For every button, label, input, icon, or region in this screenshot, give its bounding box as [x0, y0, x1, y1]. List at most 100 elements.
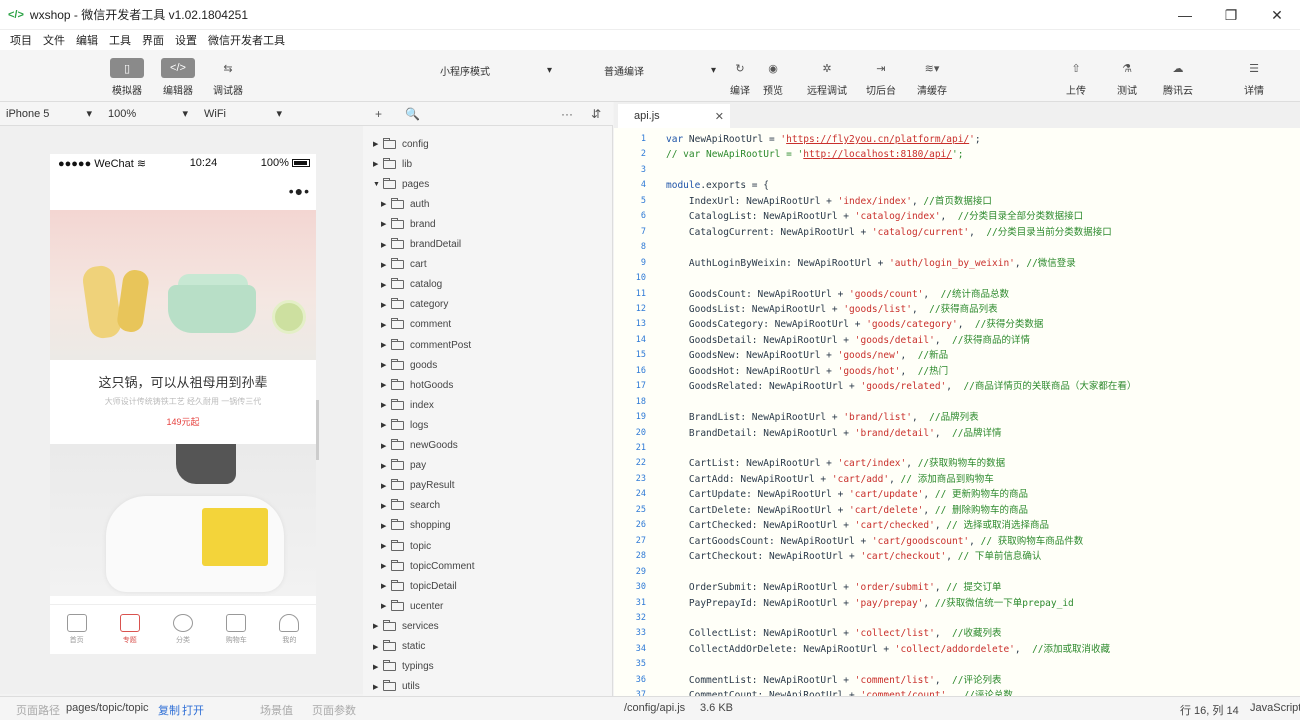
add-file-icon[interactable]: +: [375, 107, 382, 121]
code-line[interactable]: 37 CommentCount: NewApiRootUrl + 'commen…: [614, 688, 1300, 696]
code-line[interactable]: 4 module.exports = {: [614, 178, 1300, 193]
chevron-right-icon[interactable]: ▶: [381, 482, 391, 490]
chevron-right-icon[interactable]: ▶: [381, 502, 391, 510]
menu-file[interactable]: 文件: [43, 32, 65, 48]
code-line[interactable]: 25 CartDelete: NewApiRootUrl + 'cart/del…: [614, 503, 1300, 518]
tree-folder[interactable]: ▶ goods: [381, 355, 437, 375]
code-line[interactable]: 34 CollectAddOrDelete: NewApiRootUrl + '…: [614, 642, 1300, 657]
test-button[interactable]: ⚗ 测试: [1099, 58, 1155, 98]
tree-folder[interactable]: ▶ search: [381, 496, 440, 516]
code-line[interactable]: 31 PayPrepayId: NewApiRootUrl + 'pay/pre…: [614, 596, 1300, 611]
tree-folder[interactable]: ▶ newGoods: [381, 436, 458, 456]
tree-folder[interactable]: ▶ logs: [381, 415, 428, 435]
topic-banner-image[interactable]: [50, 444, 316, 596]
menu-view[interactable]: 界面: [142, 32, 164, 48]
code-line[interactable]: 2 // var NewApiRootUrl = 'http://localhos…: [614, 147, 1300, 162]
chevron-right-icon[interactable]: ▶: [373, 622, 383, 630]
tab-topic[interactable]: 专题: [103, 605, 156, 654]
chevron-right-icon[interactable]: ▶: [373, 643, 383, 651]
topic-card[interactable]: 这只锅，可以从祖母用到孙辈 大师设计传统铸铁工艺 经久耐用 一锅传三代 149元…: [50, 360, 316, 444]
code-line[interactable]: 35: [614, 657, 1300, 672]
chevron-right-icon[interactable]: ▶: [381, 462, 391, 470]
tree-folder[interactable]: ▶ topicComment: [381, 556, 474, 576]
preview-button[interactable]: ◉ 预览: [745, 58, 801, 98]
tree-folder[interactable]: ▶ topic: [381, 536, 431, 556]
code-line[interactable]: 19 BrandList: NewApiRootUrl + 'brand/lis…: [614, 410, 1300, 425]
tree-folder[interactable]: ▼ pages: [373, 174, 429, 194]
remote-debug-button[interactable]: ✲ 远程调试: [799, 58, 855, 98]
tree-folder[interactable]: ▶ pay: [381, 456, 426, 476]
tree-folder[interactable]: ▶ shopping: [381, 516, 451, 536]
chevron-right-icon[interactable]: ▶: [381, 522, 391, 530]
code-line[interactable]: 18: [614, 395, 1300, 410]
code-line[interactable]: 15 GoodsNew: NewApiRootUrl + 'goods/new'…: [614, 348, 1300, 363]
chevron-right-icon[interactable]: ▶: [381, 582, 391, 590]
tree-folder[interactable]: ▶ catalog: [381, 275, 442, 295]
details-button[interactable]: ☰ 详情: [1226, 58, 1282, 98]
simulator-scrollbar[interactable]: [316, 400, 319, 460]
code-line[interactable]: 26 CartChecked: NewApiRootUrl + 'cart/ch…: [614, 518, 1300, 533]
simulator-button[interactable]: ▯ 模拟器: [99, 58, 155, 97]
compile-mode-select[interactable]: 普通编译 ▾: [600, 61, 720, 79]
chevron-right-icon[interactable]: ▶: [381, 281, 391, 289]
code-line[interactable]: 21: [614, 441, 1300, 456]
code-line[interactable]: 9 AuthLoginByWeixin: NewApiRootUrl + 'au…: [614, 256, 1300, 271]
tree-folder[interactable]: ▶ services: [373, 616, 439, 636]
search-icon[interactable]: 🔍: [405, 107, 420, 121]
code-line[interactable]: 14 GoodsDetail: NewApiRootUrl + 'goods/d…: [614, 333, 1300, 348]
code-line[interactable]: 6 CatalogList: NewApiRootUrl + 'catalog/…: [614, 209, 1300, 224]
maximize-button[interactable]: ❐: [1208, 0, 1254, 30]
tree-folder[interactable]: ▶ lib: [373, 154, 412, 174]
tree-folder[interactable]: ▶ utils: [373, 677, 420, 697]
code-line[interactable]: 11 GoodsCount: NewApiRootUrl + 'goods/co…: [614, 287, 1300, 302]
code-line[interactable]: 3: [614, 163, 1300, 178]
zoom-select[interactable]: 100% ▾: [102, 107, 194, 121]
copy-link[interactable]: 复制: [158, 702, 180, 718]
code-line[interactable]: 23 CartAdd: NewApiRootUrl + 'cart/add', …: [614, 472, 1300, 487]
code-line[interactable]: 22 CartList: NewApiRootUrl + 'cart/index…: [614, 456, 1300, 471]
chevron-right-icon[interactable]: ▶: [381, 241, 391, 249]
chevron-right-icon[interactable]: ▶: [381, 321, 391, 329]
code-line[interactable]: 5 IndexUrl: NewApiRootUrl + 'index/index…: [614, 194, 1300, 209]
code-line[interactable]: 27 CartGoodsCount: NewApiRootUrl + 'cart…: [614, 534, 1300, 549]
network-select[interactable]: WiFi ▾: [198, 107, 288, 121]
minimize-button[interactable]: —: [1162, 0, 1208, 30]
chevron-right-icon[interactable]: ▶: [381, 220, 391, 228]
tree-folder[interactable]: ▶ hotGoods: [381, 375, 453, 395]
chevron-right-icon[interactable]: ▶: [381, 261, 391, 269]
close-tab-icon[interactable]: ✕: [715, 110, 724, 123]
chevron-right-icon[interactable]: ▶: [381, 542, 391, 550]
topic-banner-image[interactable]: [50, 210, 316, 360]
background-button[interactable]: ⇥ 切后台: [853, 58, 909, 98]
tree-folder[interactable]: ▶ static: [373, 637, 425, 657]
tree-folder[interactable]: ▶ brand: [381, 214, 436, 234]
code-editor[interactable]: 1 var NewApiRootUrl = 'https://fly2you.cn…: [614, 128, 1300, 696]
chevron-right-icon[interactable]: ▶: [373, 140, 383, 148]
mode-select[interactable]: 小程序模式 ▾: [436, 61, 556, 79]
code-line[interactable]: 20 BrandDetail: NewApiRootUrl + 'brand/d…: [614, 426, 1300, 441]
debugger-button[interactable]: ⇆ 调试器: [200, 58, 256, 98]
tree-folder[interactable]: ▶ ucenter: [381, 596, 443, 616]
code-line[interactable]: 30 OrderSubmit: NewApiRootUrl + 'order/s…: [614, 580, 1300, 595]
chevron-right-icon[interactable]: ▶: [381, 381, 391, 389]
chevron-right-icon[interactable]: ▶: [373, 663, 383, 671]
code-line[interactable]: 24 CartUpdate: NewApiRootUrl + 'cart/upd…: [614, 487, 1300, 502]
device-select[interactable]: iPhone 5 ▾: [0, 107, 98, 121]
menu-edit[interactable]: 编辑: [76, 32, 98, 48]
chevron-right-icon[interactable]: ▶: [373, 683, 383, 691]
tree-folder[interactable]: ▶ index: [381, 395, 434, 415]
tree-folder[interactable]: ▶ commentPost: [381, 335, 471, 355]
tree-folder[interactable]: ▶ config: [373, 134, 429, 154]
chevron-right-icon[interactable]: ▶: [381, 401, 391, 409]
open-link[interactable]: 打开: [182, 702, 204, 718]
tree-folder[interactable]: ▶ typings: [373, 657, 434, 677]
tree-folder[interactable]: ▶ brandDetail: [381, 235, 461, 255]
close-button[interactable]: ✕: [1254, 0, 1300, 30]
code-line[interactable]: 28 CartCheckout: NewApiRootUrl + 'cart/c…: [614, 549, 1300, 564]
tab-cart[interactable]: 购物车: [210, 605, 263, 654]
code-line[interactable]: 33 CollectList: NewApiRootUrl + 'collect…: [614, 626, 1300, 641]
tree-folder[interactable]: ▶ cart: [381, 255, 427, 275]
chevron-right-icon[interactable]: ▶: [381, 341, 391, 349]
code-line[interactable]: 12 GoodsList: NewApiRootUrl + 'goods/lis…: [614, 302, 1300, 317]
code-line[interactable]: 7 CatalogCurrent: NewApiRootUrl + 'catal…: [614, 225, 1300, 240]
